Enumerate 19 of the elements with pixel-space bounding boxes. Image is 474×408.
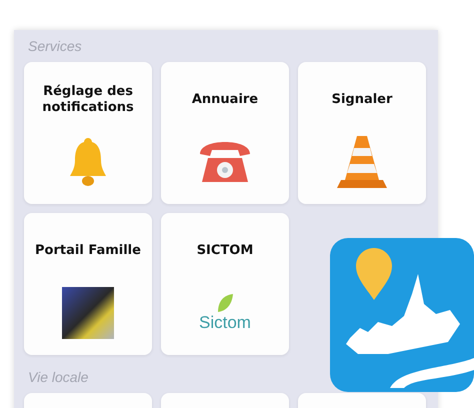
service-tile[interactable]: Signaler: [298, 62, 426, 204]
tile-label: Signaler: [332, 90, 392, 109]
section-heading: Vie locale: [28, 369, 90, 385]
tile-label: Portail Famille: [35, 242, 141, 260]
bell-icon: [70, 136, 106, 188]
service-tile[interactable]: Annuaire: [161, 62, 289, 204]
photo-placeholder: [62, 287, 114, 339]
telephone-icon: [198, 140, 252, 184]
app-logo-icon: [330, 238, 474, 392]
traffic-cone-icon: [337, 134, 387, 190]
service-tile[interactable]: Réglage des notifications: [24, 62, 152, 204]
service-tile[interactable]: Portail Famille: [24, 213, 152, 355]
tile-label: SICTOM: [196, 242, 254, 260]
tile-label: Annuaire: [192, 90, 258, 109]
service-tile[interactable]: SICTOM Sictom: [161, 213, 289, 355]
leaf-icon: [216, 293, 234, 313]
section-heading: Services: [28, 38, 83, 54]
logo-text: Sictom: [199, 313, 251, 333]
tile-label: Réglage des notifications: [41, 82, 135, 117]
